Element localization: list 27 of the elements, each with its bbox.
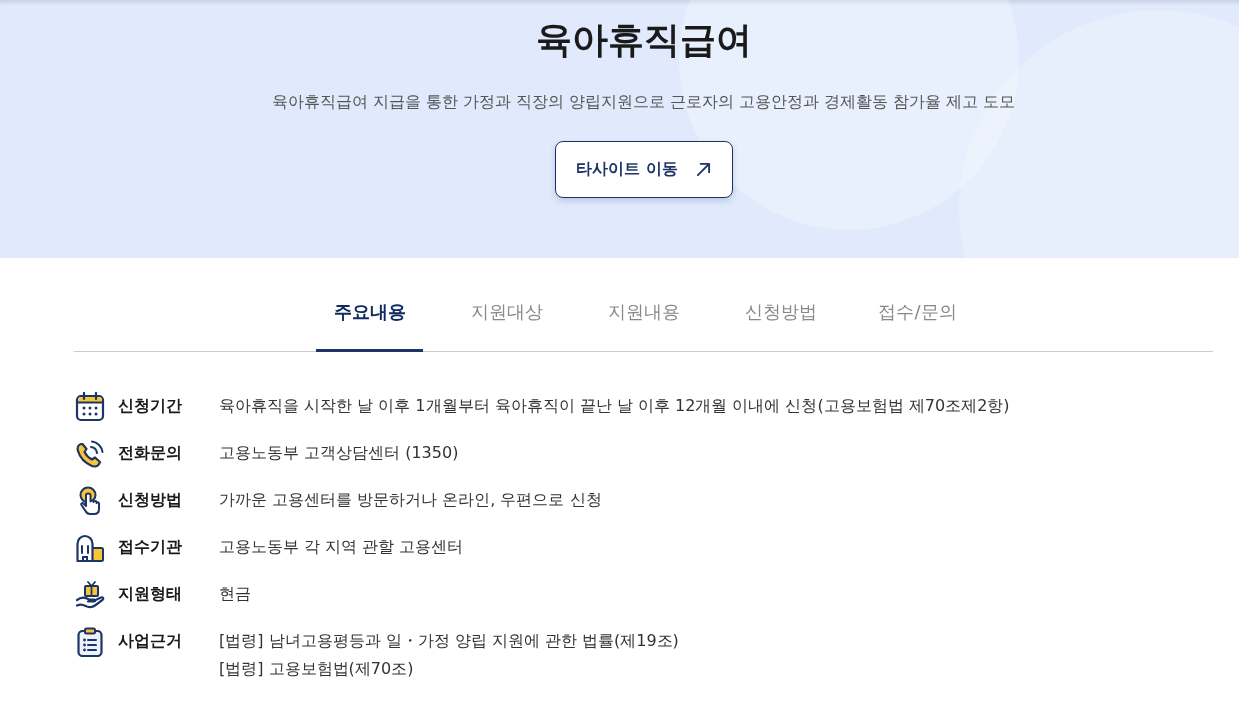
external-site-button[interactable]: 타사이트 이동 — [554, 141, 733, 198]
page-title: 육아휴직급여 — [535, 18, 752, 62]
detail-value: 고용노동부 각 지역 관할 고용센터 — [219, 536, 464, 558]
calendar-icon — [75, 392, 105, 422]
tab[interactable]: 접수/문의 — [864, 274, 971, 352]
detail-label: 사업근거 — [118, 630, 183, 652]
tab[interactable]: 신청방법 — [727, 274, 834, 352]
detail-value: [법령] 고용보험법(제70조) — [219, 658, 415, 680]
detail-value: [법령] 남녀고용평등과 일・가정 양립 지원에 관한 법률(제19조) — [219, 630, 679, 652]
hand-gift-icon — [75, 580, 105, 610]
tab[interactable]: 주요내용 — [316, 274, 423, 352]
detail-label: 전화문의 — [118, 442, 183, 464]
detail-label: 지원형태 — [118, 583, 183, 605]
detail-label: 신청기간 — [118, 395, 183, 417]
tab[interactable]: 지원대상 — [453, 274, 560, 352]
page-description: 육아휴직급여 지급을 통한 가정과 직장의 양립지원으로 근로자의 고용안정과 경제활동 참가율 제고 도모 — [271, 91, 1016, 113]
detail-value: 육아휴직을 시작한 날 이후 1개월부터 육아휴직이 끝난 날 이후 12개월 이내에 신청(고용보험법 제70조제2항) — [219, 395, 1010, 417]
detail-value: 고용노동부 고객상담센터 (1350) — [219, 442, 459, 464]
detail-value: 가까운 고용센터를 방문하거나 온라인, 우편으로 신청 — [219, 489, 602, 511]
tab[interactable]: 지원내용 — [590, 274, 697, 352]
arrow-up-right-icon — [695, 162, 711, 177]
clipboard-list-icon — [75, 627, 105, 657]
buildings-icon — [75, 533, 105, 563]
detail-label: 신청방법 — [118, 489, 183, 511]
detail-value: 현금 — [219, 583, 251, 605]
detail-label: 접수기관 — [118, 536, 183, 558]
phone-icon — [75, 439, 105, 469]
